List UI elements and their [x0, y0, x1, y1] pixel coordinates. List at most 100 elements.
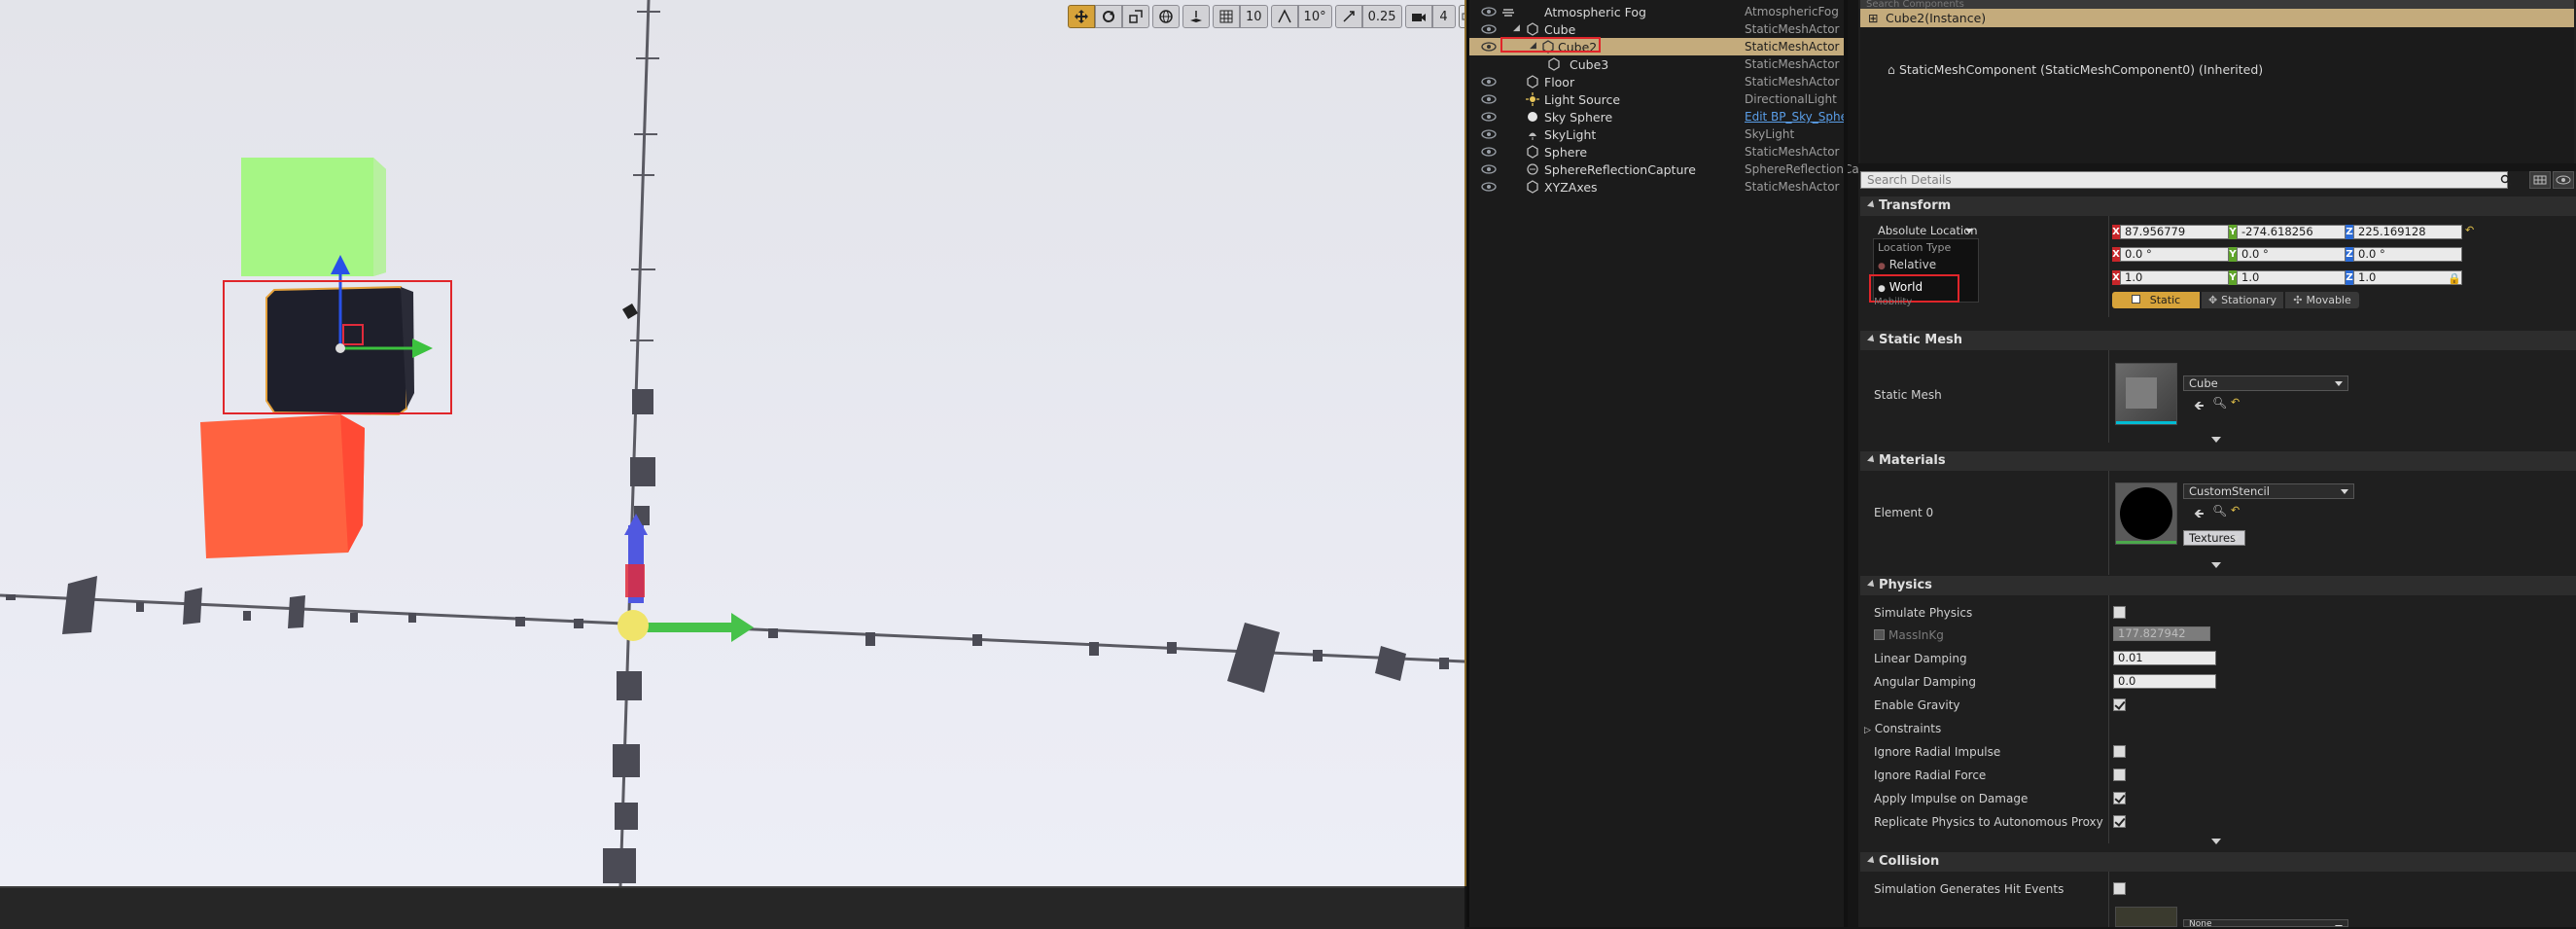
grid-snap-value[interactable]: 10 [1240, 5, 1268, 28]
mobility-stationary-button[interactable]: ✥ Stationary [2202, 292, 2283, 308]
visibility-eye-icon[interactable] [1481, 111, 1497, 123]
column-separator [2108, 595, 2109, 843]
location-y-field[interactable]: -274.618256 [2237, 225, 2346, 239]
scale-mode-button[interactable] [1122, 5, 1149, 28]
mobility-movable-button[interactable]: ✣ Movable [2285, 292, 2359, 308]
surface-snapping-button[interactable] [1182, 5, 1210, 28]
rotation-snap-value[interactable]: 10° [1297, 5, 1332, 28]
location-x-field[interactable]: 87.956779 [2120, 225, 2229, 239]
materials-category[interactable]: Materials [1860, 451, 2576, 471]
translate-mode-button[interactable] [1068, 5, 1095, 28]
material-dropdown[interactable]: CustomStencil [2183, 483, 2354, 499]
expand-arrow-icon[interactable]: ◢ [1513, 23, 1520, 33]
camera-speed-value[interactable]: 4 [1431, 5, 1456, 28]
mobility-static-button[interactable]: Static [2112, 292, 2200, 308]
visibility-eye-icon[interactable] [1481, 128, 1497, 140]
ignore-radial-force-label: Ignore Radial Force [1874, 768, 1987, 782]
textures-dropdown[interactable]: Textures [2183, 530, 2245, 546]
reset-to-default-icon[interactable]: ↶ [2231, 504, 2240, 517]
linear-damping-label: Linear Damping [1874, 652, 1967, 665]
component-instance-row[interactable]: ⊞ Cube2(Instance) [1860, 9, 2574, 27]
physics-category[interactable]: Physics [1860, 576, 2576, 595]
outliner-row[interactable]: Floor StaticMeshActor [1469, 73, 1848, 90]
expand-advanced-icon[interactable] [2211, 839, 2221, 844]
outliner-row[interactable]: SphereReflectionCapture SphereReflection… [1469, 161, 1859, 178]
static-mesh-dropdown[interactable]: Cube [2183, 375, 2348, 391]
enable-gravity-label: Enable Gravity [1874, 698, 1960, 712]
mass-override-checkbox[interactable] [1874, 629, 1885, 640]
material-thumbnail[interactable] [2115, 482, 2177, 545]
level-viewport[interactable]: 10 10° 0.25 4 [0, 0, 1466, 886]
constraints-row[interactable]: ▷ Constraints [1864, 722, 1941, 735]
grid-snap-toggle[interactable] [1213, 5, 1240, 28]
maximize-viewport-button[interactable] [1458, 5, 1464, 28]
location-z-field[interactable]: 225.169128 [2353, 225, 2462, 239]
outliner-row[interactable]: ◢ Cube StaticMeshActor [1469, 20, 1848, 38]
scale-x-field[interactable]: 1.0 [2120, 270, 2229, 285]
outliner-row[interactable]: Light Source DirectionalLight [1469, 90, 1848, 108]
transform-category[interactable]: Transform [1860, 197, 2576, 216]
use-selected-icon[interactable]: 🡸 [2194, 505, 2205, 526]
rotation-x-field[interactable]: 0.0 ° [2120, 247, 2229, 262]
simulate-physics-checkbox[interactable] [2113, 606, 2126, 619]
use-selected-icon[interactable]: 🡸 [2194, 397, 2205, 418]
details-search-input[interactable]: Search Details [1860, 171, 2508, 189]
visibility-eye-icon[interactable] [1481, 93, 1497, 105]
apply-impulse-checkbox[interactable] [2113, 792, 2126, 804]
camera-speed-button[interactable] [1404, 5, 1432, 28]
viewport-scene[interactable] [0, 0, 1464, 886]
visibility-eye-icon[interactable] [1481, 41, 1497, 53]
visibility-eye-icon[interactable] [1481, 181, 1497, 193]
scale-snap-value[interactable]: 0.25 [1361, 5, 1402, 28]
world-local-toggle[interactable] [1152, 5, 1180, 28]
scale-z-field[interactable]: 1.0 [2353, 270, 2462, 285]
rotation-z-field[interactable]: 0.0 ° [2353, 247, 2462, 262]
enable-gravity-checkbox[interactable] [2113, 698, 2126, 711]
outliner-row[interactable]: XYZAxes StaticMeshActor [1469, 178, 1848, 196]
axis-x-label: X [2112, 270, 2120, 285]
visibility-eye-icon[interactable] [1481, 23, 1497, 35]
phys-material-dropdown[interactable]: None [2183, 919, 2348, 927]
visibility-eye-icon[interactable] [1481, 6, 1497, 18]
column-separator [2108, 350, 2109, 443]
rotate-mode-button[interactable] [1095, 5, 1122, 28]
outliner-row[interactable]: Cube3 StaticMeshActor [1469, 55, 1848, 73]
scale-snap-toggle[interactable] [1334, 5, 1362, 28]
sim-hit-events-checkbox[interactable] [2113, 882, 2126, 895]
constraints-label: Constraints [1874, 722, 1942, 735]
visibility-eye-icon[interactable] [1481, 163, 1497, 175]
ignore-radial-force-checkbox[interactable] [2113, 768, 2126, 781]
outliner-row[interactable]: Sky Sphere Edit BP_Sky_Sphe [1469, 108, 1848, 125]
static-mesh-component-row[interactable]: ⌂ StaticMeshComponent (StaticMeshComponen… [1888, 62, 2263, 77]
replicate-physics-checkbox[interactable] [2113, 815, 2126, 828]
view-options-button[interactable] [2553, 171, 2574, 189]
scale-y-field[interactable]: 1.0 [2237, 270, 2346, 285]
mesh-thumbnail[interactable] [2115, 363, 2177, 425]
rotation-y-field[interactable]: 0.0 ° [2237, 247, 2346, 262]
location-mode-dropdown[interactable]: Absolute Location [1873, 224, 1978, 238]
reset-to-default-icon[interactable]: ↶ [2231, 396, 2240, 409]
outliner-row[interactable]: Sphere StaticMeshActor [1469, 143, 1848, 161]
relative-option[interactable]: ● Relative [1878, 258, 1936, 271]
visibility-eye-icon[interactable] [1481, 146, 1497, 158]
phys-material-thumbnail[interactable] [2115, 907, 2177, 927]
linear-damping-field[interactable]: 0.01 [2113, 651, 2216, 665]
collision-category[interactable]: Collision [1860, 852, 2576, 872]
lock-icon[interactable]: 🔒 [2448, 272, 2461, 285]
reset-to-default-icon[interactable]: ↶ [2465, 224, 2474, 236]
browse-icon[interactable]: 🔍︎ [2212, 504, 2227, 518]
rotation-snap-toggle[interactable] [1270, 5, 1298, 28]
expand-advanced-icon[interactable] [2211, 562, 2221, 568]
outliner-scrollbar[interactable] [1844, 0, 1848, 927]
edit-blueprint-link[interactable]: Edit BP_Sky_Sphe [1745, 110, 1848, 124]
component-search-input[interactable]: Search Components [1860, 0, 2574, 9]
static-mesh-category[interactable]: Static Mesh [1860, 331, 2576, 350]
angular-damping-field[interactable]: 0.0 [2113, 674, 2216, 689]
browse-icon[interactable]: 🔍︎ [2212, 396, 2227, 410]
expand-advanced-icon[interactable] [2211, 437, 2221, 443]
outliner-row[interactable]: SkyLight SkyLight [1469, 125, 1848, 143]
visibility-eye-icon[interactable] [1481, 76, 1497, 88]
property-matrix-button[interactable] [2529, 171, 2551, 189]
outliner-row[interactable]: Atmospheric Fog AtmosphericFog [1469, 3, 1848, 20]
ignore-radial-impulse-checkbox[interactable] [2113, 745, 2126, 758]
